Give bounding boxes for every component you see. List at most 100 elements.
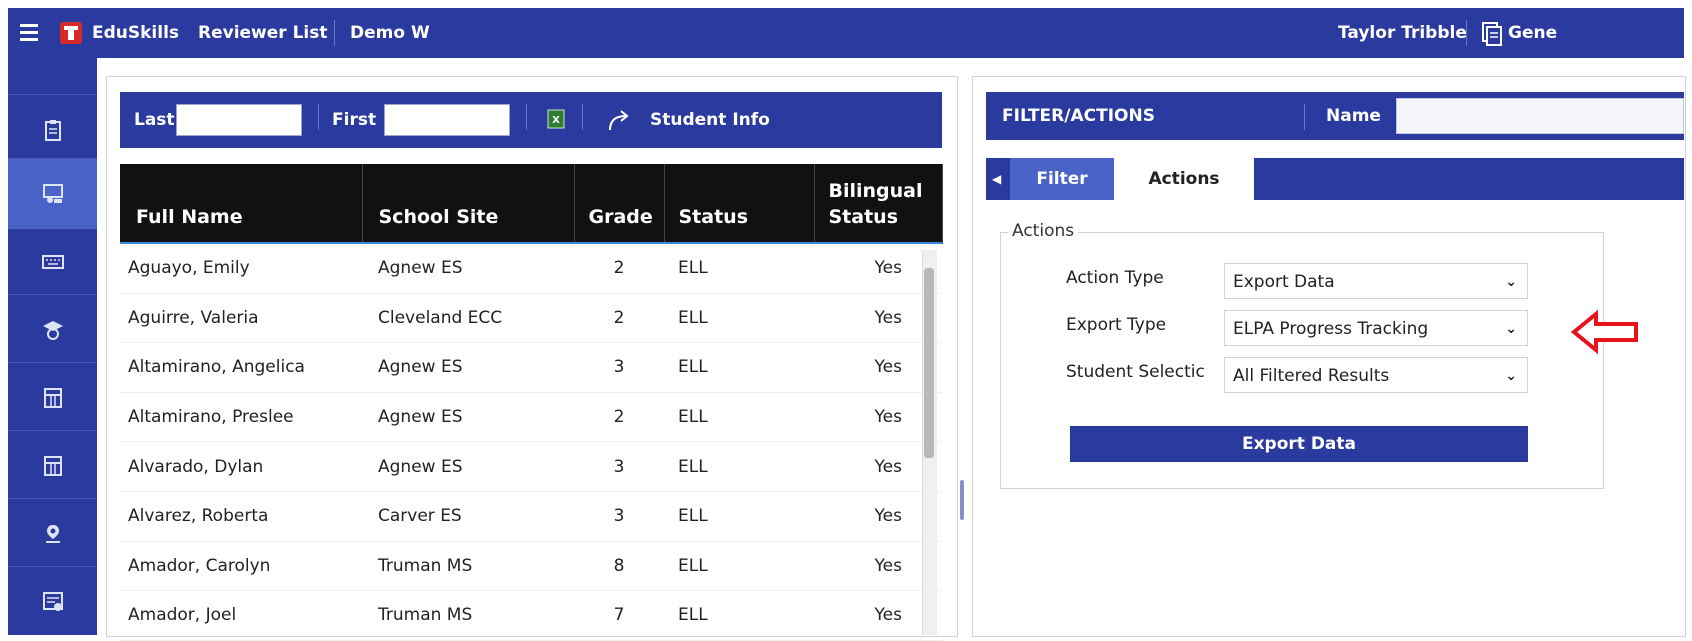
row-full-name: Altamirano, Preslee bbox=[120, 392, 362, 443]
row-school-site: Agnew ES bbox=[362, 392, 574, 443]
top-bar: EduSkills Reviewer List Demo W Taylor Tr… bbox=[8, 8, 1684, 58]
sidebar-item-teacher[interactable] bbox=[8, 158, 97, 229]
student-icon bbox=[42, 321, 63, 340]
last-name-input[interactable] bbox=[176, 104, 302, 136]
row-grade: 2 bbox=[574, 392, 664, 443]
row-school-site: Cleveland ECC bbox=[362, 293, 574, 344]
row-grade: 3 bbox=[574, 491, 664, 542]
app-name[interactable]: EduSkills bbox=[92, 8, 179, 58]
divider bbox=[318, 104, 319, 130]
export-type-value: ELPA Progress Tracking bbox=[1233, 319, 1429, 339]
row-school-site: Truman MS bbox=[362, 590, 574, 641]
student-table: Full Name School Site Grade Status Bilin… bbox=[120, 164, 943, 641]
last-name-label: Last bbox=[134, 110, 175, 130]
table-row[interactable]: Amador, Joel Truman MS 7 ELL Yes bbox=[120, 590, 942, 641]
tab-actions[interactable]: Actions bbox=[1114, 158, 1254, 200]
document-icon[interactable] bbox=[1478, 8, 1504, 58]
divider bbox=[526, 104, 527, 130]
row-status: ELL bbox=[664, 491, 814, 542]
annotation-arrow-icon bbox=[1570, 309, 1642, 358]
filter-actions-title: FILTER/ACTIONS bbox=[1002, 106, 1155, 126]
column-header-grade[interactable]: Grade bbox=[574, 164, 665, 244]
row-status: ELL bbox=[664, 541, 814, 592]
chevron-left-icon[interactable]: ◀ bbox=[992, 158, 1001, 200]
row-grade: 3 bbox=[574, 342, 664, 393]
clipboard-icon bbox=[44, 120, 61, 141]
export-data-button[interactable]: Export Data bbox=[1070, 426, 1528, 462]
column-header-status[interactable]: Status bbox=[664, 164, 815, 244]
header-underline bbox=[120, 242, 942, 244]
table-row[interactable]: Altamirano, Angelica Agnew ES 3 ELL Yes bbox=[120, 342, 942, 393]
excel-export-icon[interactable]: X bbox=[546, 92, 566, 171]
row-full-name: Amador, Joel bbox=[120, 590, 362, 641]
sidebar-item-map[interactable] bbox=[8, 498, 97, 569]
teacher-icon bbox=[42, 184, 63, 203]
divider bbox=[1304, 104, 1305, 130]
row-school-site: Carver ES bbox=[362, 491, 574, 542]
table-row[interactable]: Amador, Carolyn Truman MS 8 ELL Yes bbox=[120, 541, 942, 592]
table-row[interactable]: Aguirre, Valeria Cleveland ECC 2 ELL Yes bbox=[120, 293, 942, 344]
row-full-name: Aguirre, Valeria bbox=[120, 293, 362, 344]
name-input[interactable] bbox=[1396, 98, 1684, 134]
scrollbar-thumb[interactable] bbox=[924, 268, 934, 458]
building-icon bbox=[43, 388, 62, 408]
row-school-site: Agnew ES bbox=[362, 441, 574, 492]
divider bbox=[582, 104, 583, 130]
divider bbox=[334, 20, 335, 46]
table-row[interactable]: Altamirano, Preslee Agnew ES 2 ELL Yes bbox=[120, 392, 942, 443]
report-icon bbox=[42, 592, 63, 611]
search-bar: Last First X Student Info bbox=[120, 92, 942, 148]
district-name[interactable]: Demo W bbox=[350, 8, 430, 58]
chevron-down-icon: ⌄ bbox=[1505, 321, 1517, 337]
row-status: ELL bbox=[664, 392, 814, 443]
row-grade: 2 bbox=[574, 244, 664, 294]
row-school-site: Agnew ES bbox=[362, 342, 574, 393]
row-full-name: Alvarez, Roberta bbox=[120, 491, 362, 542]
building-icon bbox=[43, 456, 62, 476]
hamburger-menu-icon[interactable] bbox=[18, 8, 42, 58]
table-header-row: Full Name School Site Grade Status Bilin… bbox=[120, 164, 943, 244]
row-full-name: Alvarado, Dylan bbox=[120, 441, 362, 492]
table-row[interactable]: Aguayo, Emily Agnew ES 2 ELL Yes bbox=[120, 244, 942, 294]
divider bbox=[1466, 20, 1467, 46]
table-row[interactable]: Alvarado, Dylan Agnew ES 3 ELL Yes bbox=[120, 441, 942, 492]
action-type-label: Action Type bbox=[1066, 268, 1164, 288]
sidebar-item-student[interactable] bbox=[8, 294, 97, 365]
sidebar-item-clipboard[interactable] bbox=[8, 94, 97, 165]
student-info-button[interactable]: Student Info bbox=[650, 92, 770, 148]
table-row[interactable]: Alvarez, Roberta Carver ES 3 ELL Yes bbox=[120, 491, 942, 542]
sidebar-item-building[interactable] bbox=[8, 362, 97, 433]
row-grade: 8 bbox=[574, 541, 664, 592]
row-grade: 2 bbox=[574, 293, 664, 344]
first-name-label: First bbox=[332, 110, 377, 130]
nav-reviewer-list[interactable]: Reviewer List bbox=[198, 8, 328, 58]
row-status: ELL bbox=[664, 293, 814, 344]
export-type-label: Export Type bbox=[1066, 315, 1167, 335]
action-type-select[interactable]: Export Data ⌄ bbox=[1224, 263, 1528, 299]
sidebar-item-report[interactable] bbox=[8, 566, 97, 637]
row-status: ELL bbox=[664, 342, 814, 393]
svg-text:X: X bbox=[552, 115, 560, 126]
column-header-bilingual-status[interactable]: Bilingual Status bbox=[814, 164, 943, 244]
share-arrow-icon[interactable] bbox=[606, 92, 636, 171]
row-school-site: Agnew ES bbox=[362, 244, 574, 294]
row-full-name: Altamirano, Angelica bbox=[120, 342, 362, 393]
sidebar-item-keyboard[interactable] bbox=[8, 226, 97, 297]
row-full-name: Aguayo, Emily bbox=[120, 244, 362, 294]
filter-actions-bar: FILTER/ACTIONS Name bbox=[986, 92, 1684, 140]
row-status: ELL bbox=[664, 441, 814, 492]
student-selection-select[interactable]: All Filtered Results ⌄ bbox=[1224, 357, 1528, 393]
export-type-select[interactable]: ELPA Progress Tracking ⌄ bbox=[1224, 310, 1528, 346]
user-name[interactable]: Taylor Tribble bbox=[1338, 8, 1467, 58]
row-status: ELL bbox=[664, 590, 814, 641]
column-header-school-site[interactable]: School Site bbox=[362, 164, 575, 244]
tab-filter[interactable]: Filter bbox=[1010, 158, 1114, 200]
row-grade: 3 bbox=[574, 441, 664, 492]
app-window: EduSkills Reviewer List Demo W Taylor Tr… bbox=[0, 0, 1692, 641]
column-header-full-name[interactable]: Full Name bbox=[120, 164, 363, 244]
first-name-input[interactable] bbox=[384, 104, 510, 136]
generate-link[interactable]: Gene bbox=[1508, 8, 1557, 58]
row-school-site: Truman MS bbox=[362, 541, 574, 592]
sidebar-item-building-2[interactable] bbox=[8, 430, 97, 501]
panel-splitter[interactable] bbox=[960, 480, 964, 520]
